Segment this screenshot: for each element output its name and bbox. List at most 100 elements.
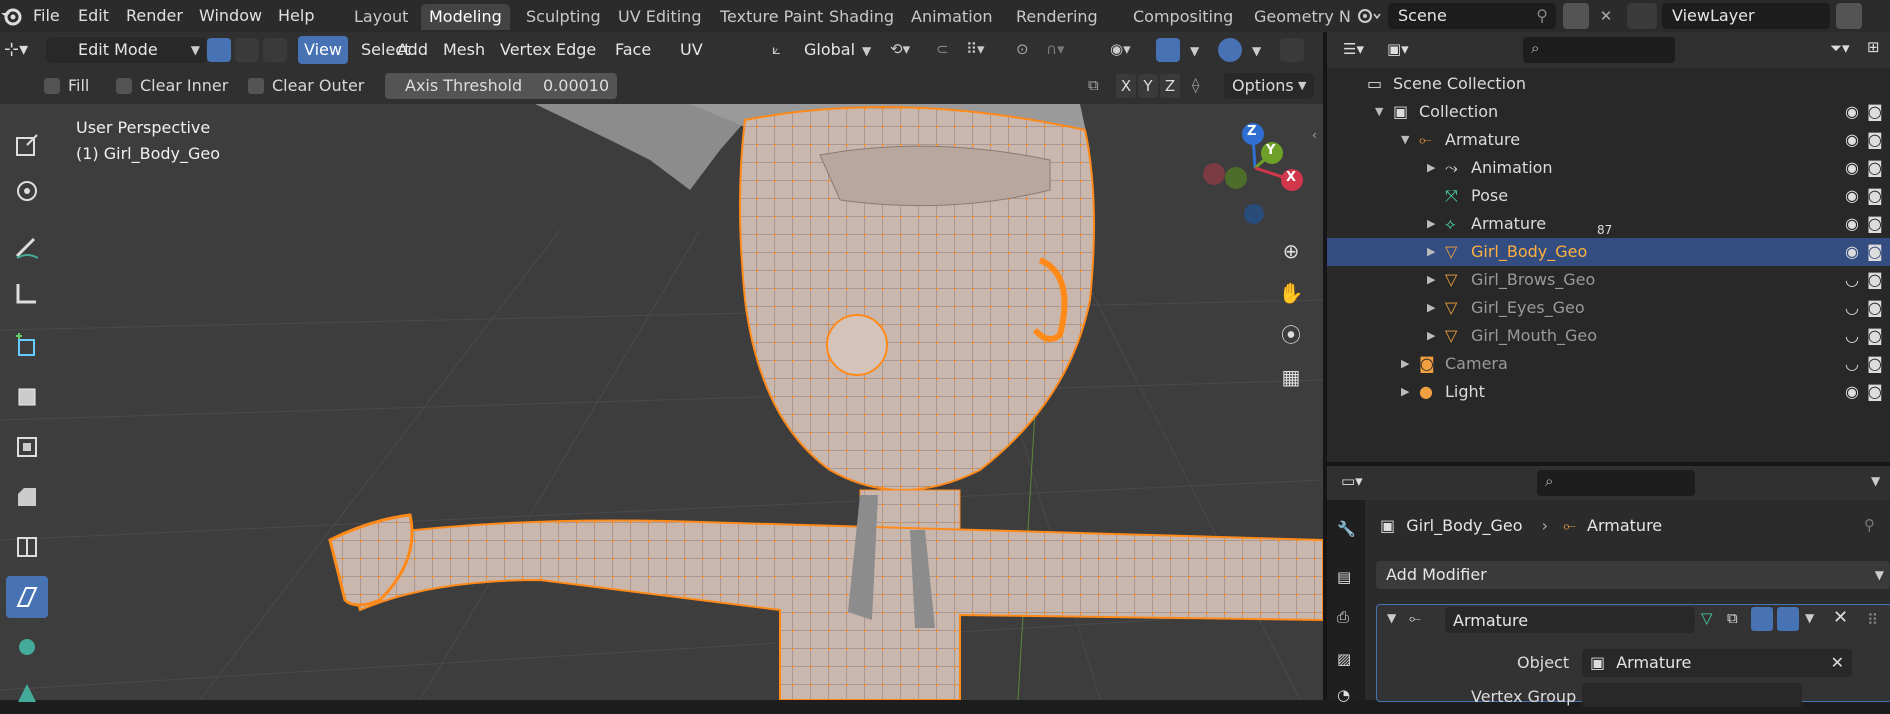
new-scene-icon[interactable] [1563, 3, 1589, 29]
render-visibility-icon[interactable]: ◙ [1867, 98, 1883, 126]
clear-field-icon[interactable]: ✕ [1831, 649, 1844, 677]
output-tab-icon[interactable]: ⎙ [1337, 608, 1349, 626]
menu-window[interactable]: Window [199, 4, 262, 28]
visibility-eye-icon[interactable]: ◉ [1845, 238, 1859, 266]
orientation-dropdown[interactable]: Global [804, 36, 855, 64]
workspace-tab[interactable]: Shading [821, 4, 902, 30]
render-visibility-icon[interactable]: ◙ [1867, 154, 1883, 182]
navigation-gizmo[interactable]: Z Y X [1200, 118, 1310, 228]
outliner-row[interactable]: ▶ ◙ Camera ◡ ◙ [1327, 350, 1890, 378]
view-layer-tab-icon[interactable]: ▨ [1337, 650, 1351, 668]
menu-file[interactable]: File [33, 4, 60, 28]
loop-cut-icon[interactable] [6, 526, 48, 568]
mirror-axis-z-toggle[interactable]: Z [1160, 74, 1180, 98]
falloff-icon[interactable]: ∩▾ [1046, 40, 1082, 60]
add-modifier-button[interactable]: Add Modifier ▼ [1376, 561, 1890, 589]
outliner-row[interactable]: ▼ ▣ Collection ◉ ◙ [1327, 98, 1890, 126]
expand-arrow-icon[interactable]: ▶ [1427, 322, 1435, 350]
pin-icon[interactable]: ⚲ [1536, 3, 1548, 29]
visibility-eye-icon[interactable]: ◉ [1845, 126, 1859, 154]
camera-view-icon[interactable]: ⦿ [1274, 318, 1308, 352]
visibility-icon[interactable]: ◉▾ [1110, 40, 1146, 60]
chevron-down-icon[interactable]: ▼ [1871, 474, 1880, 488]
gizmo-toggle-icon[interactable] [1156, 38, 1180, 62]
outliner-row[interactable]: ▭ Scene Collection [1327, 70, 1890, 98]
outliner-row[interactable]: ▶ ▽ Girl_Mouth_Geo ◡ ◙ [1327, 322, 1890, 350]
add-cube-icon[interactable] [6, 324, 48, 366]
collapse-arrow-icon[interactable]: ▼ [1401, 126, 1409, 154]
render-visibility-icon[interactable]: ◙ [1867, 322, 1883, 350]
fill-checkbox[interactable] [44, 78, 60, 94]
snap-icon[interactable]: ⊂ [936, 40, 962, 60]
menu-help[interactable]: Help [278, 4, 314, 28]
outliner-row[interactable]: ▶ ▽ Girl_Brows_Geo ◡ ◙ [1327, 266, 1890, 294]
knife-icon[interactable] [6, 576, 48, 618]
pivot-icon[interactable]: ⟲▾ [890, 40, 916, 60]
scene-tab-icon[interactable]: ◔ [1337, 686, 1350, 704]
header-menu-mesh[interactable]: Mesh [437, 36, 491, 64]
chevron-down-icon[interactable]: ▼ [1805, 611, 1814, 625]
visibility-eye-icon[interactable]: ◡ [1845, 350, 1859, 378]
annotate-icon[interactable] [6, 226, 48, 268]
render-visibility-icon[interactable]: ◙ [1867, 210, 1883, 238]
ortho-grid-icon[interactable]: ▦ [1274, 360, 1308, 394]
outliner-row[interactable]: ⤧ Pose ◉ ◙ [1327, 182, 1890, 210]
outliner-row[interactable]: ▶ ⤳ Animation ◉ ◙ [1327, 154, 1890, 182]
options-dropdown[interactable]: Options ▼ [1224, 73, 1314, 99]
outliner-row[interactable]: ▼ ⟜ Armature ◉ ◙ [1327, 126, 1890, 154]
mirror-axis-x-toggle[interactable]: X [1116, 74, 1136, 98]
header-menu-uv[interactable]: UV [674, 36, 709, 64]
expand-arrow-icon[interactable]: ▶ [1427, 294, 1435, 322]
visibility-eye-icon[interactable]: ◡ [1845, 322, 1859, 350]
header-menu-edge[interactable]: Edge [550, 36, 602, 64]
edit-mode-display-icon[interactable]: ▽ [1701, 609, 1713, 627]
snap-target-icon[interactable]: ⠿▾ [966, 40, 1002, 60]
workspace-tab[interactable]: Layout [346, 4, 416, 30]
extrude-icon[interactable] [6, 376, 48, 418]
visibility-eye-icon[interactable]: ◉ [1845, 378, 1859, 406]
outliner-row[interactable]: ▶ ▽ Girl_Body_Geo ◉ ◙ [1327, 238, 1890, 266]
expand-arrow-icon[interactable]: ▶ [1401, 350, 1409, 378]
menu-edit[interactable]: Edit [78, 4, 109, 28]
delete-scene-icon[interactable]: ✕ [1593, 3, 1619, 29]
edge-select-mode-icon[interactable] [235, 38, 259, 62]
vertex-group-field[interactable] [1582, 683, 1802, 707]
properties-editor-type-icon[interactable]: ▭▾ [1341, 472, 1363, 490]
vertex-select-mode-icon[interactable] [207, 38, 231, 62]
display-mode-icon[interactable]: ▣▾ [1387, 40, 1409, 58]
clear-inner-checkbox[interactable] [116, 78, 132, 94]
sidebar-toggle-icon[interactable]: ‹ [1312, 128, 1317, 142]
visibility-eye-icon[interactable]: ◉ [1845, 154, 1859, 182]
editor-type-icon[interactable]: ⊹▾ [4, 40, 32, 60]
visibility-eye-icon[interactable]: ◡ [1845, 294, 1859, 322]
viewlayer-selector[interactable]: ViewLayer [1662, 3, 1830, 29]
scene-selector[interactable]: Scene ⚲ [1388, 3, 1556, 29]
outliner-editor-type-icon[interactable]: ☰▾ [1343, 40, 1364, 58]
outliner-row[interactable]: ▶ ⟡ Armature 87 ◉ ◙ [1327, 210, 1890, 238]
workspace-tab[interactable]: UV Editing [610, 4, 709, 30]
outliner-row[interactable]: ▶ ▽ Girl_Eyes_Geo ◡ ◙ [1327, 294, 1890, 322]
render-toggle-icon[interactable] [1777, 607, 1799, 631]
render-tab-icon[interactable]: ▤ [1337, 568, 1351, 586]
chevron-down-icon[interactable]: ▼ [1190, 44, 1199, 58]
viewlayer-type-icon[interactable] [1627, 3, 1657, 29]
modifier-name-field[interactable]: Armature [1445, 607, 1695, 633]
workspace-tab[interactable]: Texture Paint [712, 4, 831, 30]
outliner-search-input[interactable]: ⌕ [1523, 37, 1675, 63]
outliner-row[interactable]: ▶ ● Light ◉ ◙ [1327, 378, 1890, 406]
measure-icon[interactable] [6, 272, 48, 314]
workspace-tab[interactable]: Modeling [421, 4, 510, 30]
properties-search-input[interactable]: ⌕ [1537, 470, 1695, 496]
on-cage-icon[interactable]: ⧉ [1727, 609, 1738, 627]
workspace-tab[interactable]: Geometry N [1246, 4, 1359, 30]
new-viewlayer-icon[interactable] [1836, 3, 1862, 29]
transform-icon[interactable] [6, 170, 48, 212]
workspace-tab[interactable]: Animation [903, 4, 1001, 30]
face-select-mode-icon[interactable] [263, 38, 287, 62]
scale-cage-icon[interactable] [6, 124, 48, 166]
visibility-eye-icon[interactable]: ◡ [1845, 266, 1859, 294]
render-visibility-icon[interactable]: ◙ [1867, 182, 1883, 210]
expand-arrow-icon[interactable]: ▶ [1401, 378, 1409, 406]
render-visibility-icon[interactable]: ◙ [1867, 378, 1883, 406]
bevel-icon[interactable] [6, 476, 48, 518]
